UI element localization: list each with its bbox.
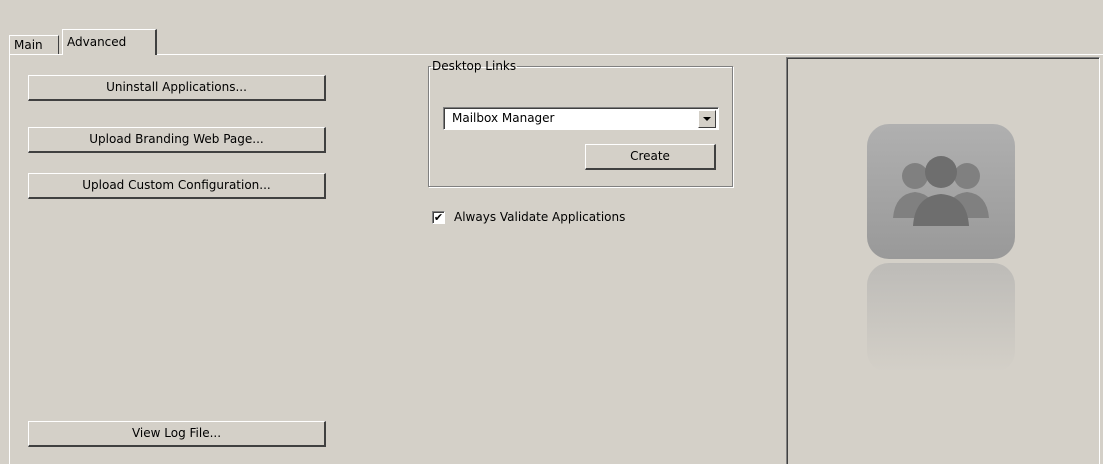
always-validate-checkbox[interactable]: ✔ — [432, 211, 445, 224]
upload-custom-configuration-button[interactable]: Upload Custom Configuration... — [28, 173, 326, 199]
upload-branding-web-page-button[interactable]: Upload Branding Web Page... — [28, 127, 326, 153]
users-group-icon — [893, 156, 989, 226]
desktop-link-selected-value: Mailbox Manager — [452, 111, 555, 125]
app-logo-tile — [867, 124, 1015, 259]
tab-advanced[interactable]: Advanced — [62, 29, 157, 55]
desktop-links-legend: Desktop Links — [432, 59, 517, 73]
view-log-file-button[interactable]: View Log File... — [28, 421, 326, 447]
branding-preview — [786, 57, 1100, 464]
desktop-link-select[interactable]: Mailbox Manager — [443, 107, 719, 130]
tab-main[interactable]: Main — [9, 35, 59, 54]
always-validate-label[interactable]: Always Validate Applications — [454, 209, 625, 225]
app-logo-reflection — [867, 263, 1015, 373]
chevron-down-icon[interactable] — [698, 110, 716, 128]
create-button[interactable]: Create — [585, 144, 716, 170]
uninstall-applications-button[interactable]: Uninstall Applications... — [28, 75, 326, 101]
